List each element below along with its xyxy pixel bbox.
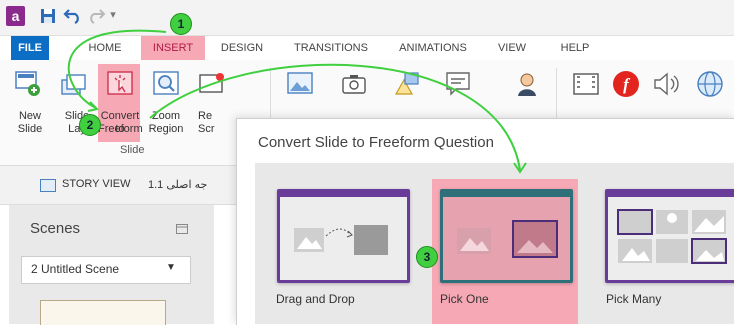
step-badge-1: 1 [170,13,192,35]
annotation-arrows [67,29,527,174]
step-badge-3: 3 [416,246,438,268]
step-badge-2: 2 [79,114,101,136]
